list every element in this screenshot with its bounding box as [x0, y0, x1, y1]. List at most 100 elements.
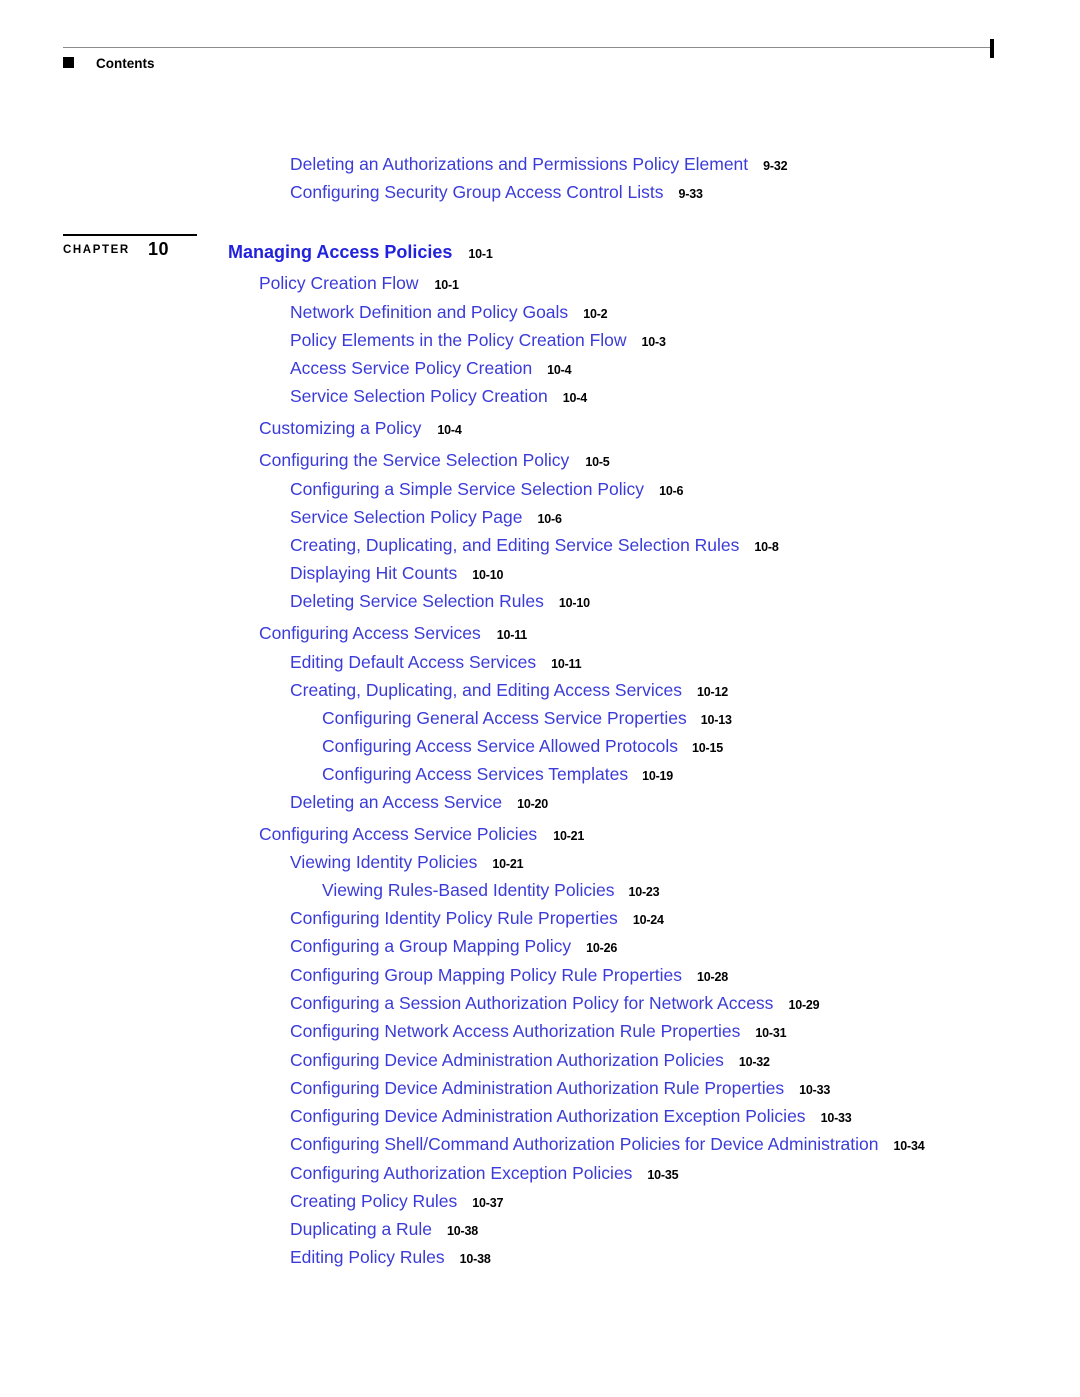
- toc-entry-page-number: 10-3: [641, 335, 666, 349]
- toc-entry[interactable]: Viewing Identity Policies 10-21: [290, 852, 524, 872]
- toc-entry[interactable]: Policy Elements in the Policy Creation F…: [290, 330, 666, 350]
- toc-entry[interactable]: Configuring Device Administration Author…: [290, 1050, 770, 1070]
- toc-entry-page-number: 10-23: [628, 885, 660, 899]
- toc-entry[interactable]: Access Service Policy Creation 10-4: [290, 358, 572, 378]
- toc-entry[interactable]: Configuring Authorization Exception Poli…: [290, 1163, 679, 1183]
- header-section-label: Contents: [96, 56, 155, 71]
- toc-entry[interactable]: Deleting Service Selection Rules 10-10: [290, 591, 590, 611]
- toc-entry[interactable]: Configuring a Group Mapping Policy 10-26: [290, 936, 617, 956]
- toc-entry-page-number: 10-31: [755, 1026, 787, 1040]
- toc-entry-title[interactable]: Policy Creation Flow: [259, 273, 419, 293]
- toc-entry-title[interactable]: Configuring Identity Policy Rule Propert…: [290, 908, 618, 928]
- toc-entry[interactable]: Configuring General Access Service Prope…: [322, 708, 732, 728]
- toc-entry[interactable]: Configuring Device Administration Author…: [290, 1078, 831, 1098]
- toc-entry-title[interactable]: Configuring a Session Authorization Poli…: [290, 993, 773, 1013]
- toc-entry-title[interactable]: Viewing Identity Policies: [290, 852, 477, 872]
- toc-entry-title[interactable]: Service Selection Policy Page: [290, 507, 522, 527]
- toc-entry[interactable]: Configuring Shell/Command Authorization …: [290, 1134, 925, 1154]
- toc-entry-title[interactable]: Customizing a Policy: [259, 418, 421, 438]
- toc-entry[interactable]: Customizing a Policy 10-4: [259, 418, 462, 438]
- toc-entry-page-number: 10-6: [537, 512, 562, 526]
- toc-entry[interactable]: Configuring Device Administration Author…: [290, 1106, 852, 1126]
- toc-entry-title[interactable]: Deleting Service Selection Rules: [290, 591, 544, 611]
- toc-entry-title[interactable]: Deleting an Access Service: [290, 792, 502, 812]
- toc-entry-title[interactable]: Creating, Duplicating, and Editing Servi…: [290, 535, 739, 555]
- toc-entry-title[interactable]: Configuring Security Group Access Contro…: [290, 182, 664, 202]
- toc-entry-page-number: 10-4: [562, 391, 587, 405]
- toc-entry-title[interactable]: Policy Elements in the Policy Creation F…: [290, 330, 627, 350]
- chapter-marker-number: 10: [148, 239, 170, 259]
- toc-entry[interactable]: Configuring Network Access Authorization…: [290, 1021, 787, 1041]
- toc-entry-title[interactable]: Creating, Duplicating, and Editing Acces…: [290, 680, 682, 700]
- toc-entry-page-number: 10-1: [434, 278, 459, 292]
- toc-entry-page-number: 10-32: [738, 1055, 770, 1069]
- toc-entry[interactable]: Configuring a Session Authorization Poli…: [290, 993, 820, 1013]
- toc-entry-title[interactable]: Configuring Device Administration Author…: [290, 1106, 806, 1126]
- toc-entry-title[interactable]: Configuring Shell/Command Authorization …: [290, 1134, 878, 1154]
- toc-entry-title[interactable]: Configuring Access Service Allowed Proto…: [322, 736, 678, 756]
- toc-entry-title[interactable]: Displaying Hit Counts: [290, 563, 457, 583]
- toc-entry-page-number: 9-33: [678, 187, 703, 201]
- toc-entry[interactable]: Configuring Security Group Access Contro…: [290, 182, 703, 202]
- toc-entry[interactable]: Deleting an Authorizations and Permissio…: [290, 154, 788, 174]
- toc-entry-title[interactable]: Editing Policy Rules: [290, 1247, 445, 1267]
- toc-entry[interactable]: Creating, Duplicating, and Editing Acces…: [290, 680, 728, 700]
- toc-entry-title[interactable]: Configuring Device Administration Author…: [290, 1078, 784, 1098]
- toc-entry[interactable]: Editing Policy Rules 10-38: [290, 1247, 491, 1267]
- toc-entry-title[interactable]: Creating Policy Rules: [290, 1191, 457, 1211]
- toc-entry-title[interactable]: Configuring a Group Mapping Policy: [290, 936, 571, 956]
- toc-entry-page-number: 10-19: [642, 769, 674, 783]
- header-divider: [63, 47, 993, 48]
- toc-entry-page-number: 10-35: [647, 1168, 679, 1182]
- toc-entry[interactable]: Configuring Identity Policy Rule Propert…: [290, 908, 664, 928]
- toc-entry-page-number: 10-38: [459, 1252, 491, 1266]
- toc-entry-page-number: 10-2: [583, 307, 608, 321]
- toc-entry-title[interactable]: Configuring Device Administration Author…: [290, 1050, 724, 1070]
- toc-entry[interactable]: Managing Access Policies 10-1: [228, 243, 493, 262]
- toc-entry-page-number: 10-37: [472, 1196, 504, 1210]
- toc-entry[interactable]: Creating Policy Rules 10-37: [290, 1191, 504, 1211]
- toc-entry-title[interactable]: Configuring Network Access Authorization…: [290, 1021, 740, 1041]
- toc-entry[interactable]: Viewing Rules-Based Identity Policies 10-…: [322, 880, 660, 900]
- toc-entry[interactable]: Creating, Duplicating, and Editing Servi…: [290, 535, 779, 555]
- toc-entry[interactable]: Service Selection Policy Page 10-6: [290, 507, 562, 527]
- toc-entry-title[interactable]: Configuring Access Services: [259, 623, 481, 643]
- toc-entry-page-number: 10-1: [468, 247, 493, 261]
- toc-entry[interactable]: Editing Default Access Services 10-11: [290, 652, 582, 672]
- toc-entry[interactable]: Configuring Access Services Templates 10-…: [322, 764, 674, 784]
- toc-entry[interactable]: Configuring Access Services 10-11: [259, 623, 527, 643]
- toc-entry-title[interactable]: Editing Default Access Services: [290, 652, 536, 672]
- toc-entry-page-number: 10-33: [799, 1083, 831, 1097]
- toc-entry-title[interactable]: Configuring General Access Service Prope…: [322, 708, 687, 728]
- toc-entry[interactable]: Deleting an Access Service 10-20: [290, 792, 548, 812]
- toc-entry-title[interactable]: Configuring Access Service Policies: [259, 824, 537, 844]
- toc-entry-page-number: 10-34: [893, 1139, 925, 1153]
- toc-entry-page-number: 10-38: [447, 1224, 479, 1238]
- toc-entry-title[interactable]: Configuring Group Mapping Policy Rule Pr…: [290, 965, 682, 985]
- toc-entry[interactable]: Displaying Hit Counts 10-10: [290, 563, 503, 583]
- toc-entry-title[interactable]: Duplicating a Rule: [290, 1219, 432, 1239]
- toc-entry-title[interactable]: Network Definition and Policy Goals: [290, 302, 568, 322]
- toc-entry[interactable]: Configuring Access Service Allowed Proto…: [322, 736, 723, 756]
- header-edge-tick-icon: [990, 39, 994, 58]
- toc-entry-title[interactable]: Service Selection Policy Creation: [290, 386, 548, 406]
- toc-entry-page-number: 10-4: [437, 423, 462, 437]
- toc-entry[interactable]: Configuring the Service Selection Policy…: [259, 450, 610, 470]
- toc-entry[interactable]: Network Definition and Policy Goals 10-2: [290, 302, 608, 322]
- toc-entry-page-number: 10-10: [558, 596, 590, 610]
- toc-entry-page-number: 10-13: [700, 713, 732, 727]
- toc-entry-title[interactable]: Access Service Policy Creation: [290, 358, 532, 378]
- toc-entry[interactable]: Policy Creation Flow 10-1: [259, 273, 459, 293]
- toc-entry-title[interactable]: Viewing Rules-Based Identity Policies: [322, 880, 614, 900]
- toc-entry-title[interactable]: Configuring the Service Selection Policy: [259, 450, 569, 470]
- toc-entry[interactable]: Service Selection Policy Creation 10-4: [290, 386, 587, 406]
- toc-entry[interactable]: Configuring Group Mapping Policy Rule Pr…: [290, 965, 728, 985]
- toc-entry-title[interactable]: Deleting an Authorizations and Permissio…: [290, 154, 748, 174]
- toc-entry-title[interactable]: Configuring Authorization Exception Poli…: [290, 1163, 632, 1183]
- toc-entry-title[interactable]: Configuring Access Services Templates: [322, 764, 628, 784]
- toc-entry-title[interactable]: Managing Access Policies: [228, 242, 452, 262]
- toc-entry[interactable]: Configuring a Simple Service Selection P…: [290, 479, 683, 499]
- toc-entry[interactable]: Duplicating a Rule 10-38: [290, 1219, 479, 1239]
- toc-entry-title[interactable]: Configuring a Simple Service Selection P…: [290, 479, 644, 499]
- toc-entry[interactable]: Configuring Access Service Policies 10-21: [259, 824, 584, 844]
